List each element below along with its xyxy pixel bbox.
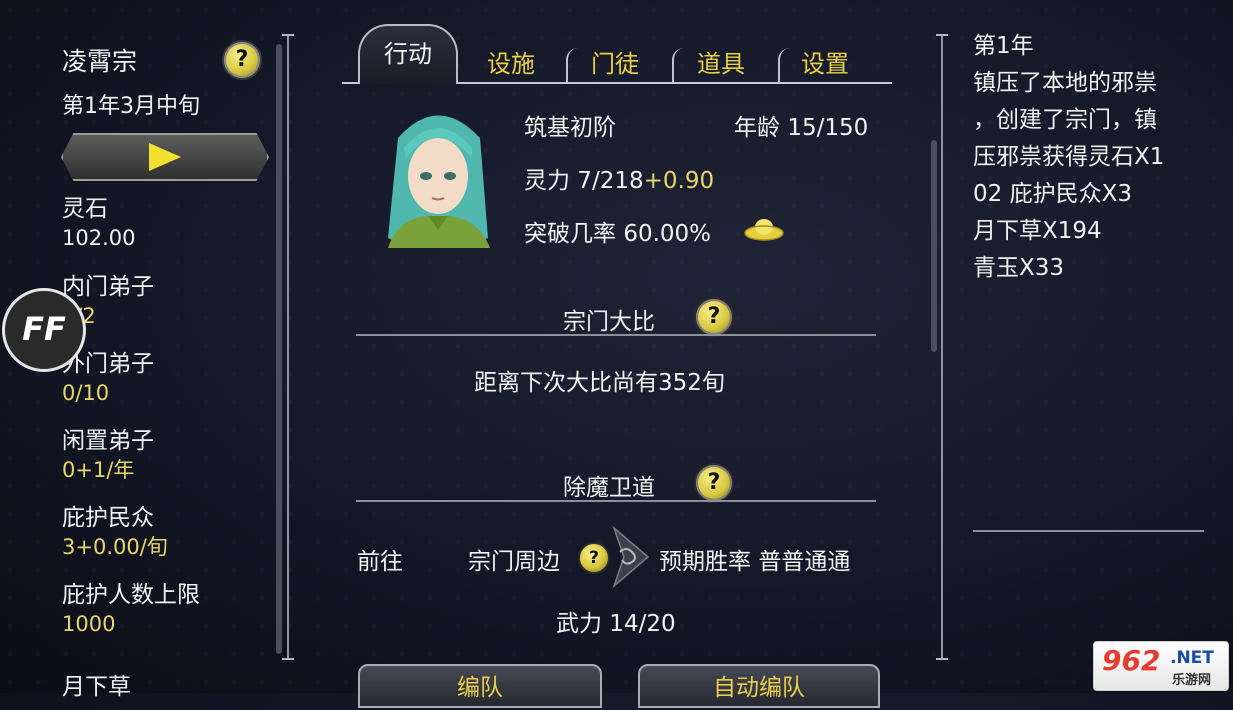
demon-help-button[interactable]: ? xyxy=(694,463,734,503)
log-divider xyxy=(941,34,943,658)
stat-spirit-stone: 灵石 102.00 xyxy=(62,194,135,252)
log-separator xyxy=(973,530,1204,532)
stat-protection-cap: 庇护人数上限 1000 xyxy=(62,580,200,638)
event-log: 第1年 镇压了本地的邪祟 ，创建了宗门，镇 压邪祟获得灵石X1 02 庇护民众X… xyxy=(973,28,1213,287)
tab-action[interactable]: 行动 xyxy=(358,24,458,84)
character-portrait[interactable] xyxy=(368,98,508,250)
auto-team-button[interactable]: 自动编队 xyxy=(638,664,880,708)
log-line: 镇压了本地的邪祟 xyxy=(973,70,1157,96)
team-button[interactable]: 编队 xyxy=(358,664,602,708)
stat-label: 灵石 xyxy=(62,196,108,222)
stat-label: 庇护民众 xyxy=(62,505,154,531)
watermark-number: 962 xyxy=(1102,644,1161,677)
age-value: 15/150 xyxy=(787,115,869,141)
section-divider xyxy=(356,500,876,502)
stat-moon-grass: 月下草 xyxy=(62,672,131,702)
log-line: 02 庇护民众X3 xyxy=(973,181,1132,207)
breakthrough-label: 突破几率 xyxy=(524,221,616,247)
stat-protected-people: 庇护民众 3+0.00/旬 xyxy=(62,503,168,561)
win-rate-value: 普普通通 xyxy=(758,549,851,575)
sidebar-scrollbar[interactable] xyxy=(276,44,282,654)
tab-disciples[interactable]: 门徒 xyxy=(580,44,650,84)
stat-outer-disciples: 外门弟子 0/10 xyxy=(62,349,154,407)
tab-settings[interactable]: 设置 xyxy=(790,44,860,84)
watermark-net: .NET xyxy=(1170,648,1214,668)
sect-help-button[interactable]: ? xyxy=(222,40,262,80)
tournament-title: 宗门大比 xyxy=(563,309,655,335)
content-scrollbar[interactable] xyxy=(931,140,937,352)
stat-value: 1000 xyxy=(62,612,116,636)
divider-cap xyxy=(282,658,294,660)
spirit-value: 7/218 xyxy=(577,168,644,194)
gold-ingot-icon[interactable] xyxy=(744,213,784,243)
divider-cap xyxy=(282,34,294,36)
advance-time-button[interactable] xyxy=(61,133,269,181)
spirit-rate: +0.90 xyxy=(643,168,715,194)
stat-idle-disciples: 闲置弟子 0+1/年 xyxy=(62,426,154,484)
stat-label: 内门弟子 xyxy=(62,274,154,300)
location-help-button[interactable]: ? xyxy=(578,542,610,574)
watermark-site: 乐游网 xyxy=(1172,673,1212,688)
sidebar-divider xyxy=(287,34,289,658)
stat-label: 庇护人数上限 xyxy=(62,582,200,608)
stat-label: 月下草 xyxy=(62,674,131,700)
stat-value: 0+1/年 xyxy=(62,458,135,482)
spirit-label: 灵力 xyxy=(524,168,570,194)
age-line: 年龄 15/150 xyxy=(734,108,868,142)
ff-logo: FF xyxy=(2,288,86,372)
breakthrough-line: 突破几率 60.00% xyxy=(524,214,711,248)
divider-cap xyxy=(936,34,948,36)
cultivation-realm: 筑基初阶 xyxy=(524,115,616,141)
win-rate-line: 预期胜率 普普通通 xyxy=(659,542,850,576)
tournament-countdown: 距离下次大比尚有352旬 xyxy=(474,370,725,396)
log-line: 第1年 xyxy=(973,33,1034,59)
sect-name: 凌霄宗 xyxy=(62,47,138,76)
stat-value: 3+0.00/旬 xyxy=(62,535,168,559)
tab-facilities[interactable]: 设施 xyxy=(476,44,546,84)
cloud-arrow-icon[interactable] xyxy=(612,526,652,588)
location-select[interactable]: 宗门周边 xyxy=(468,542,560,576)
stat-label: 闲置弟子 xyxy=(62,428,154,454)
demon-title: 除魔卫道 xyxy=(563,475,655,501)
log-line: 青玉X33 xyxy=(973,255,1065,281)
log-line: 月下草X194 xyxy=(973,218,1102,244)
breakthrough-value: 60.00% xyxy=(623,221,712,247)
section-divider xyxy=(356,334,876,336)
age-label: 年龄 xyxy=(734,115,780,141)
stat-value: 0/10 xyxy=(62,381,110,405)
game-date: 第1年3月中旬 xyxy=(62,94,200,119)
divider-cap xyxy=(936,658,948,660)
tab-items[interactable]: 道具 xyxy=(686,44,756,84)
log-line: ，创建了宗门，镇 xyxy=(973,107,1157,133)
stat-value: 102.00 xyxy=(62,226,136,250)
play-icon xyxy=(149,143,181,171)
win-rate-label: 预期胜率 xyxy=(659,549,751,575)
site-watermark: 962 .NET 乐游网 xyxy=(1093,641,1229,691)
spirit-line: 灵力 7/218+0.90 xyxy=(524,161,714,195)
log-line: 压邪祟获得灵石X1 xyxy=(973,144,1165,170)
go-label: 前往 xyxy=(357,549,403,575)
power-value: 武力 14/20 xyxy=(556,611,676,637)
tournament-help-button[interactable]: ? xyxy=(694,297,734,337)
